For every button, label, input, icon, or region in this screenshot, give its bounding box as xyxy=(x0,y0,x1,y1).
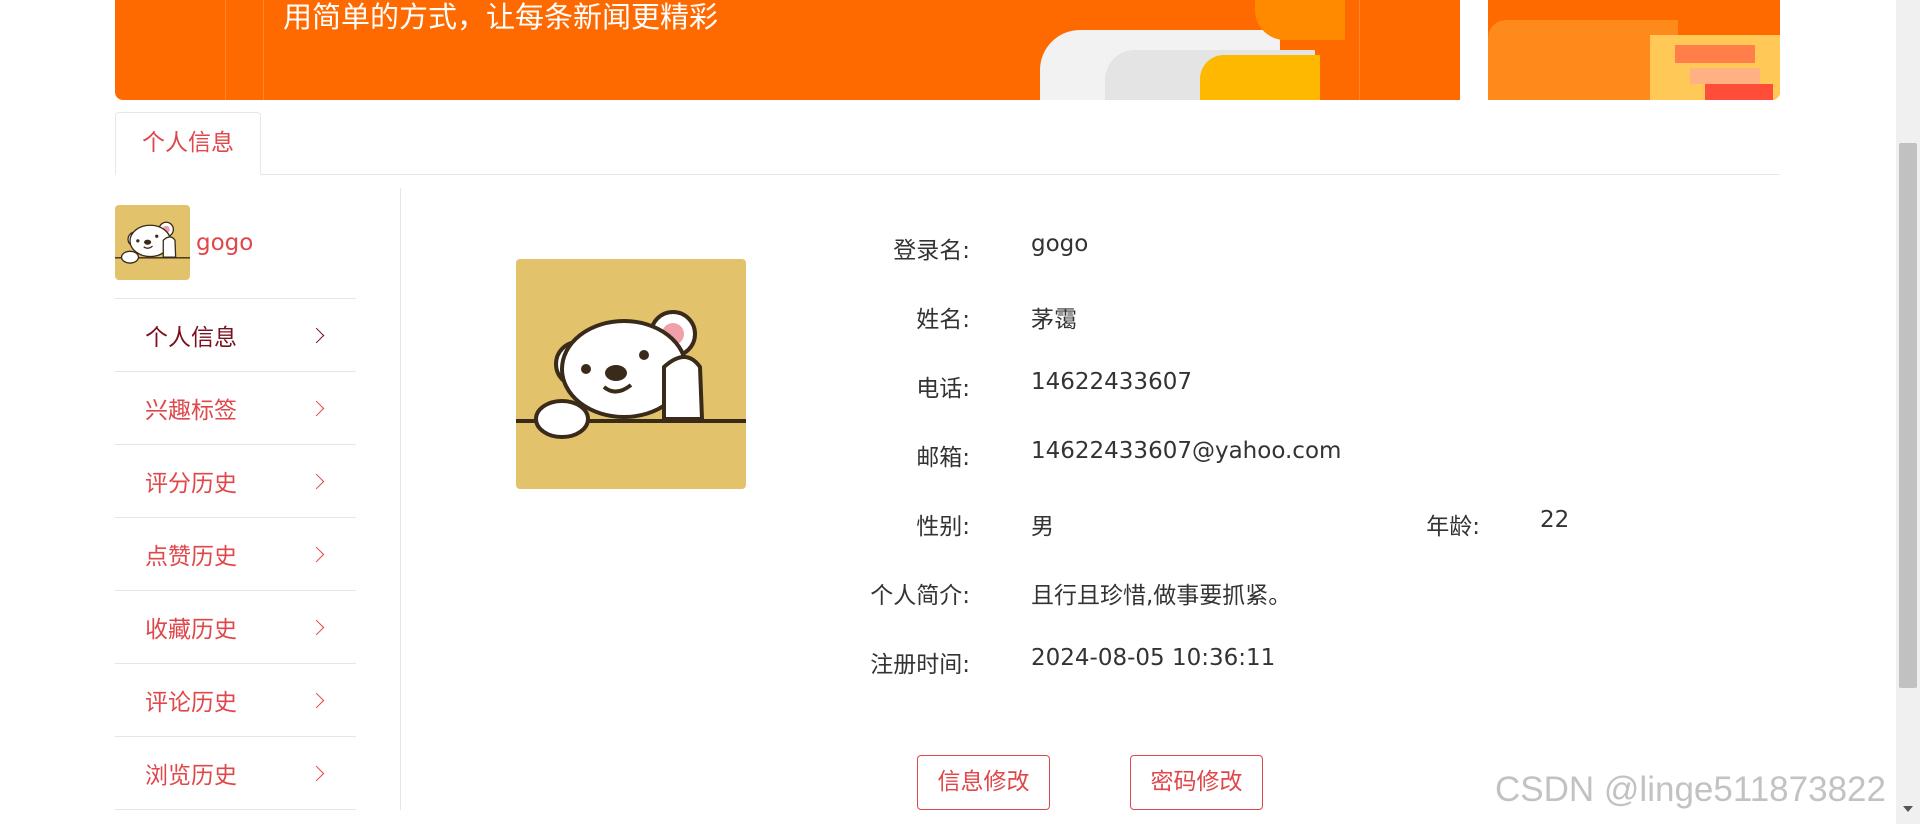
gender-label: 性别: xyxy=(916,514,970,540)
chevron-right-icon xyxy=(308,765,325,781)
sidebar-item-label: 兴趣标签 xyxy=(145,398,237,424)
sidebar-user: gogo xyxy=(115,205,356,280)
scroll-down-arrow-icon[interactable] xyxy=(1903,806,1913,812)
name-value: 茅霭 xyxy=(1031,307,1077,333)
sidebar-item-label: 浏览历史 xyxy=(145,763,237,789)
sidebar-item-comment-history[interactable]: 评论历史 xyxy=(115,664,356,737)
age-label: 年龄: xyxy=(1426,514,1480,540)
sidebar-item-favorite-history[interactable]: 收藏历史 xyxy=(115,591,356,664)
sidebar-item-label: 评分历史 xyxy=(145,471,237,497)
name-label: 姓名: xyxy=(916,307,970,333)
sidebar-item-label: 收藏历史 xyxy=(145,617,237,643)
banner-stair-step xyxy=(1675,45,1755,63)
login-value: gogo xyxy=(1031,231,1089,257)
chevron-right-icon xyxy=(308,619,325,635)
gender-value: 男 xyxy=(1031,514,1054,540)
email-value: 14622433607@yahoo.com xyxy=(1031,438,1342,464)
phone-label: 电话: xyxy=(916,376,970,402)
phone-value: 14622433607 xyxy=(1031,369,1192,395)
polar-bear-avatar-icon xyxy=(516,259,746,489)
chevron-right-icon xyxy=(308,400,325,416)
sidebar-item-label: 个人信息 xyxy=(145,325,237,351)
polar-bear-avatar-icon xyxy=(115,205,190,280)
sidebar-username: gogo xyxy=(196,229,254,256)
avatar xyxy=(115,205,190,280)
sidebar-item-label: 评论历史 xyxy=(145,690,237,716)
banner-orange-shape xyxy=(1255,0,1345,40)
login-label: 登录名: xyxy=(893,238,970,264)
banner-stair-step xyxy=(1705,84,1773,100)
registered-value: 2024-08-05 10:36:11 xyxy=(1031,645,1276,671)
banner-yellow-shape xyxy=(1200,55,1320,100)
header-banner: 用简单的方式，让每条新闻更精彩 xyxy=(115,0,1780,100)
banner-slogan: 用简单的方式，让每条新闻更精彩 xyxy=(283,0,719,34)
chevron-right-icon xyxy=(308,692,325,708)
page: 用简单的方式，让每条新闻更精彩 个人信息 gogo 个人信息 兴趣标签 评分历史… xyxy=(0,0,1920,824)
sidebar-item-personal-info[interactable]: 个人信息 xyxy=(115,299,356,372)
email-label: 邮箱: xyxy=(916,445,970,471)
tab-bar xyxy=(115,174,1780,175)
sidebar-menu: 个人信息 兴趣标签 评分历史 点赞历史 收藏历史 评论历史 浏览历史 xyxy=(115,298,356,810)
tab-personal-info[interactable]: 个人信息 xyxy=(115,112,261,175)
sidebar: gogo 个人信息 兴趣标签 评分历史 点赞历史 收藏历史 评论历史 浏览历史 xyxy=(115,205,356,810)
sidebar-item-like-history[interactable]: 点赞历史 xyxy=(115,518,356,591)
chevron-right-icon xyxy=(308,327,325,343)
profile-avatar xyxy=(516,259,746,489)
edit-info-button[interactable]: 信息修改 xyxy=(917,755,1050,810)
bio-value: 且行且珍惜,做事要抓紧。 xyxy=(1031,583,1292,609)
sidebar-item-rating-history[interactable]: 评分历史 xyxy=(115,445,356,518)
chevron-right-icon xyxy=(308,546,325,562)
sidebar-item-interest-tags[interactable]: 兴趣标签 xyxy=(115,372,356,445)
watermark: CSDN @linge511873822 xyxy=(1495,770,1886,809)
bio-label: 个人简介: xyxy=(870,583,970,609)
banner-stair-step xyxy=(1690,68,1760,84)
content-divider xyxy=(400,188,401,810)
banner-divider xyxy=(1460,0,1488,100)
registered-label: 注册时间: xyxy=(870,652,970,678)
change-password-button[interactable]: 密码修改 xyxy=(1130,755,1263,810)
sidebar-item-browse-history[interactable]: 浏览历史 xyxy=(115,737,356,810)
age-value: 22 xyxy=(1540,507,1570,533)
chevron-right-icon xyxy=(308,473,325,489)
scrollbar-thumb[interactable] xyxy=(1899,143,1917,688)
sidebar-item-label: 点赞历史 xyxy=(145,544,237,570)
